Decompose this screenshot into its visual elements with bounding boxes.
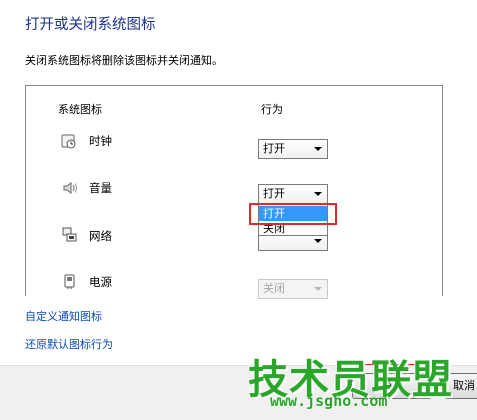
dialog-title: 打开或关闭系统图标 [25,17,156,33]
dialog-description: 关闭系统图标将删除该图标并关闭通知。 [25,54,223,67]
chevron-down-icon [314,239,322,243]
behavior-value-clock: 打开 [263,142,285,155]
clock-icon [61,134,76,149]
chevron-down-icon [314,147,322,151]
column-header-behavior: 行为 [261,103,283,116]
customize-notification-icons-link[interactable]: 自定义通知图标 [25,308,102,324]
row-label-network: 网络 [89,229,112,243]
power-icon [64,274,75,289]
behavior-select-volume[interactable]: 打开 [258,184,328,204]
watermark-url: www.jsgho.com [270,392,388,410]
row-label-power: 电源 [89,275,112,289]
behavior-select-clock[interactable]: 打开 [258,139,328,159]
restore-default-behaviors-link[interactable]: 还原默认图标行为 [25,336,113,352]
volume-icon [63,182,77,194]
chevron-down-icon [314,192,322,196]
row-label-volume: 音量 [89,181,112,195]
row-label-clock: 时钟 [89,134,112,148]
column-header-icon: 系统图标 [58,103,102,116]
behavior-select-power: 关闭 [258,279,328,299]
behavior-value-power: 关闭 [263,282,285,295]
annotation-highlight-option [249,203,337,225]
network-icon [62,227,77,242]
chevron-down-icon [314,287,322,291]
behavior-value-volume: 打开 [263,187,285,200]
